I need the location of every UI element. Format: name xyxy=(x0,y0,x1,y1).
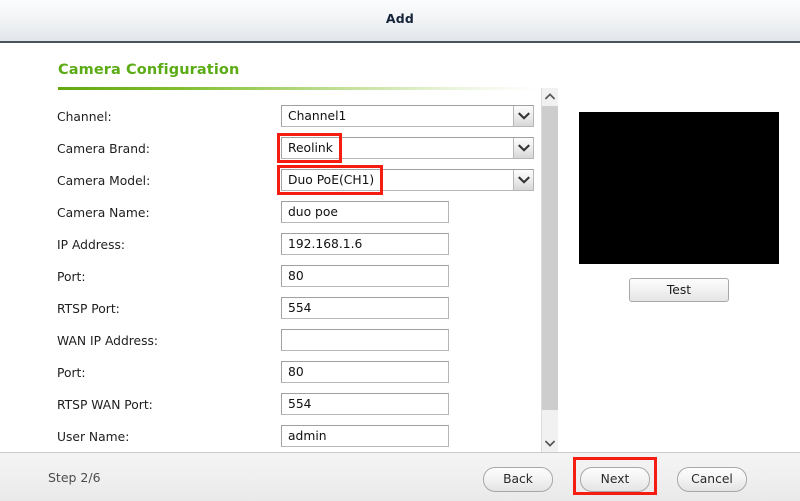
field-input[interactable]: admin xyxy=(281,425,449,447)
form-row: Port: 80 xyxy=(0,361,537,393)
dialog-content: Camera Configuration Channel: Channel1 Cam… xyxy=(0,43,800,452)
field-label: Port: xyxy=(57,270,86,284)
section-title: Camera Configuration xyxy=(58,62,240,78)
dialog-titlebar: Add xyxy=(0,0,800,43)
scroll-up-button[interactable] xyxy=(542,88,558,105)
field-value: 554 xyxy=(288,301,312,315)
field-label: Port: xyxy=(57,366,86,380)
field-value: 554 xyxy=(288,397,312,411)
dialog-footer: Step 2/6 Back Next Cancel xyxy=(0,452,800,501)
field-label: IP Address: xyxy=(57,238,126,252)
field-value: Channel1 xyxy=(288,109,347,123)
form-row: RTSP Port: 554 xyxy=(0,297,537,329)
field-value: admin xyxy=(288,429,327,443)
form-row: Channel: Channel1 xyxy=(0,105,537,137)
form-row: Camera Model: Duo PoE(CH1) xyxy=(0,165,537,201)
field-value: 80 xyxy=(288,365,304,379)
field-select[interactable]: Reolink xyxy=(281,137,534,159)
field-input[interactable] xyxy=(281,329,449,351)
field-input[interactable]: 80 xyxy=(281,265,449,287)
field-label: Channel: xyxy=(57,110,112,124)
test-button[interactable]: Test xyxy=(629,278,729,302)
field-label: User Name: xyxy=(57,430,130,444)
field-label: Camera Brand: xyxy=(57,142,150,156)
field-label: WAN IP Address: xyxy=(57,334,159,348)
field-input[interactable]: 80 xyxy=(281,361,449,383)
chevron-down-icon[interactable] xyxy=(513,170,533,190)
field-select[interactable]: Channel1 xyxy=(281,105,534,127)
field-label: Camera Model: xyxy=(57,174,151,188)
step-indicator: Step 2/6 xyxy=(48,470,101,485)
camera-preview-panel: Test xyxy=(560,88,800,452)
chevron-down-icon[interactable] xyxy=(513,138,533,158)
form-row: User Name: admin xyxy=(0,425,537,452)
cancel-button[interactable]: Cancel xyxy=(677,467,747,492)
field-value: Reolink xyxy=(288,141,333,155)
section-divider xyxy=(58,87,538,90)
field-select[interactable]: Duo PoE(CH1) xyxy=(281,169,534,191)
add-camera-dialog: Add Camera Configuration Channel: Channel… xyxy=(0,0,800,501)
camera-preview-video xyxy=(579,112,779,264)
field-value: duo poe xyxy=(288,205,338,219)
field-label: Camera Name: xyxy=(57,206,150,220)
camera-configuration-form: Channel: Channel1 Camera Brand: Reolink Came… xyxy=(0,95,537,452)
field-label: RTSP Port: xyxy=(57,302,120,316)
form-row: RTSP WAN Port: 554 xyxy=(0,393,537,425)
form-row: Camera Name: duo poe xyxy=(0,201,537,233)
field-input[interactable]: 554 xyxy=(281,393,449,415)
field-value: 192.168.1.6 xyxy=(288,237,363,251)
field-value: 80 xyxy=(288,269,304,283)
form-row: IP Address: 192.168.1.6 xyxy=(0,233,537,265)
form-row: Camera Brand: Reolink xyxy=(0,133,537,169)
scroll-down-button[interactable] xyxy=(542,435,558,452)
dialog-title: Add xyxy=(385,11,415,26)
chevron-up-icon xyxy=(545,93,555,100)
field-input[interactable]: duo poe xyxy=(281,201,449,223)
field-label: RTSP WAN Port: xyxy=(57,398,153,412)
chevron-down-icon xyxy=(545,440,555,447)
field-value: Duo PoE(CH1) xyxy=(288,173,375,187)
form-scrollbar[interactable] xyxy=(541,88,558,452)
form-row: WAN IP Address: xyxy=(0,329,537,361)
next-button[interactable]: Next xyxy=(580,467,650,492)
field-input[interactable]: 554 xyxy=(281,297,449,319)
scrollbar-thumb[interactable] xyxy=(542,106,558,410)
field-input[interactable]: 192.168.1.6 xyxy=(281,233,449,255)
form-row: Port: 80 xyxy=(0,265,537,297)
back-button[interactable]: Back xyxy=(483,467,553,492)
chevron-down-icon[interactable] xyxy=(513,106,533,126)
